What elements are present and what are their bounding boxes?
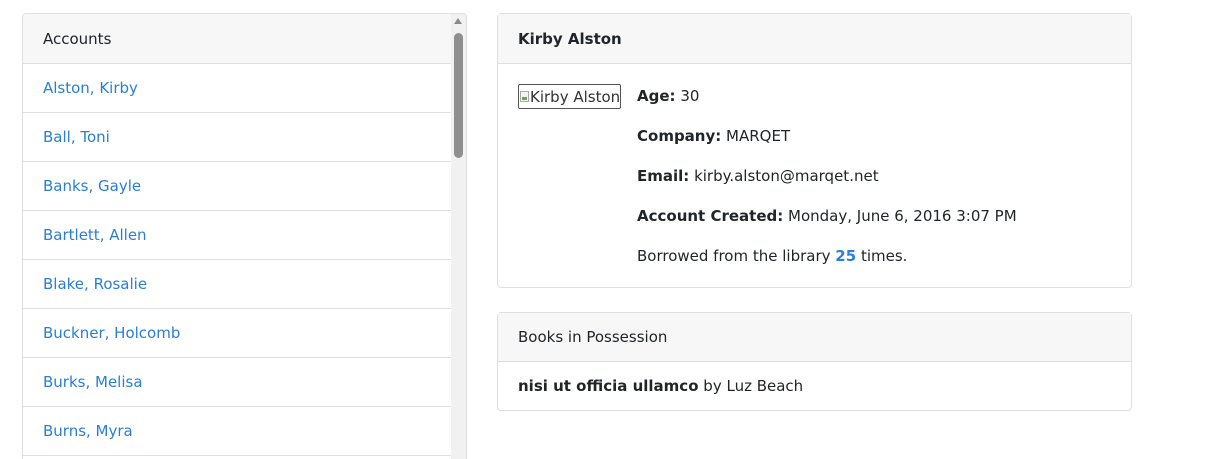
account-item-label[interactable]: Burns, Myra xyxy=(43,422,133,440)
accounts-header: Accounts xyxy=(23,14,466,64)
account-item[interactable]: Burks, Melisa xyxy=(23,358,452,407)
borrow-suffix: times. xyxy=(860,247,908,265)
page: Accounts Alston, Kirby Ball, Toni Banks,… xyxy=(0,0,1224,459)
account-detail-body: Kirby Alston Age: 30 Company: MARQET Ema… xyxy=(498,64,1131,287)
account-item-label[interactable]: Banks, Gayle xyxy=(43,177,141,195)
book-by: by xyxy=(703,377,722,395)
account-item[interactable]: Buckner, Holcomb xyxy=(23,309,452,358)
email-row: Email: kirby.alston@marqet.net xyxy=(637,167,879,185)
account-item-label[interactable]: Bartlett, Allen xyxy=(43,226,147,244)
accounts-scrollbar[interactable] xyxy=(451,14,466,459)
company-label: Company: xyxy=(637,127,722,145)
books-header: Books in Possession xyxy=(498,313,1131,362)
borrow-row: Borrowed from the library 25 times. xyxy=(637,247,907,265)
account-detail-card: Kirby Alston Kirby Alston Age: 30 Compan… xyxy=(497,13,1132,288)
account-item-label[interactable]: Burks, Melisa xyxy=(43,373,143,391)
books-header-label: Books in Possession xyxy=(518,328,668,346)
account-item[interactable]: Ball, Toni xyxy=(23,113,452,162)
email-value: kirby.alston@marqet.net xyxy=(694,167,879,185)
book-title: nisi ut officia ullamco xyxy=(518,377,699,395)
account-detail-header: Kirby Alston xyxy=(498,14,1131,64)
account-item[interactable]: Bartlett, Allen xyxy=(23,211,452,260)
email-label: Email: xyxy=(637,167,690,185)
account-item[interactable]: Alston, Kirby xyxy=(23,64,452,113)
scroll-up-arrow-icon[interactable] xyxy=(454,18,462,24)
book-row: nisi ut officia ullamco by Luz Beach xyxy=(498,362,1131,410)
accounts-header-label: Accounts xyxy=(43,29,112,48)
created-label: Account Created: xyxy=(637,207,784,225)
account-item-label[interactable]: Buckner, Holcomb xyxy=(43,324,180,342)
account-item-label[interactable]: Ball, Toni xyxy=(43,128,110,146)
borrow-count: 25 xyxy=(835,247,857,265)
borrow-prefix: Borrowed from the library xyxy=(637,247,831,265)
avatar-alt-text: Kirby Alston xyxy=(530,87,621,106)
accounts-panel: Accounts Alston, Kirby Ball, Toni Banks,… xyxy=(22,13,467,459)
books-card: Books in Possession nisi ut officia ulla… xyxy=(497,312,1132,411)
account-item[interactable]: Banks, Gayle xyxy=(23,162,452,211)
avatar: Kirby Alston xyxy=(518,84,621,109)
scrollbar-thumb[interactable] xyxy=(454,33,463,158)
accounts-list: Alston, Kirby Ball, Toni Banks, Gayle Ba… xyxy=(23,64,452,456)
account-item[interactable]: Burns, Myra xyxy=(23,407,452,456)
company-row: Company: MARQET xyxy=(637,127,790,145)
account-item-label[interactable]: Alston, Kirby xyxy=(43,79,138,97)
company-value: MARQET xyxy=(726,127,791,145)
broken-image-icon xyxy=(520,91,529,102)
age-row: Age: 30 xyxy=(637,87,699,105)
account-item-label[interactable]: Blake, Rosalie xyxy=(43,275,147,293)
age-label: Age: xyxy=(637,87,676,105)
age-value: 30 xyxy=(680,87,700,105)
account-item[interactable]: Blake, Rosalie xyxy=(23,260,452,309)
created-value: Monday, June 6, 2016 3:07 PM xyxy=(788,207,1017,225)
account-name-title: Kirby Alston xyxy=(518,29,622,48)
book-author: Luz Beach xyxy=(726,377,804,395)
created-row: Account Created: Monday, June 6, 2016 3:… xyxy=(637,207,1017,225)
